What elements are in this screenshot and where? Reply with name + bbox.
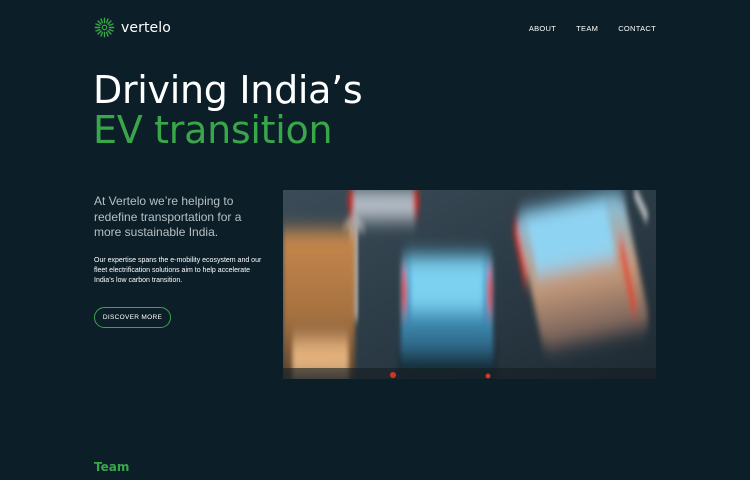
nav-team-link[interactable]: TEAM <box>576 24 598 33</box>
main-nav: ABOUT TEAM CONTACT <box>529 24 656 33</box>
hero-title-line-1: Driving India’s <box>93 68 363 112</box>
nav-about-link[interactable]: ABOUT <box>529 24 556 33</box>
team-section-heading: Team <box>94 460 130 474</box>
nav-contact-link[interactable]: CONTACT <box>618 24 656 33</box>
brand-logo[interactable]: vertelo <box>94 17 171 38</box>
hero-title: Driving India’s EV transition <box>93 68 363 152</box>
blurred-traffic-photo-icon <box>283 190 656 379</box>
hero-body-text: Our expertise spans the e-mobility ecosy… <box>94 257 262 284</box>
discover-more-button[interactable]: DISCOVER MORE <box>94 307 171 328</box>
brand-name: vertelo <box>121 19 171 36</box>
hero-lead-text: At Vertelo we’re helping to redefine tra… <box>94 194 242 239</box>
sunburst-logo-icon <box>94 17 115 38</box>
hero-traffic-image <box>283 190 656 379</box>
hero-title-line-2: EV transition <box>93 108 333 152</box>
